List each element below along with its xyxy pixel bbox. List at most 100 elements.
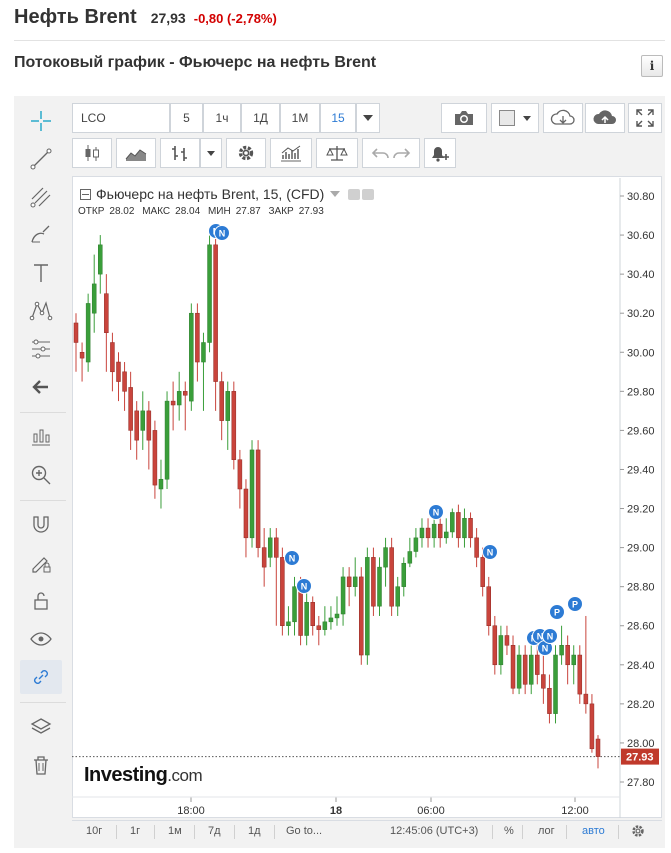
info-icon[interactable]: i: [641, 55, 663, 77]
chart-page-title: Потоковый график - Фьючерс на нефть Bren…: [14, 54, 377, 71]
trash-icon[interactable]: [20, 748, 62, 782]
layers-icon[interactable]: [20, 710, 62, 744]
color-swatch-icon: [499, 110, 515, 126]
legend-eye-icon[interactable]: [348, 188, 361, 200]
chart-type-dropdown[interactable]: [200, 138, 222, 168]
text-tool-icon[interactable]: [20, 256, 62, 290]
close-value: 27.93: [298, 206, 324, 217]
indicators-icon[interactable]: [20, 420, 62, 454]
bottom-divider: [566, 825, 567, 839]
snapshot-button[interactable]: [441, 103, 487, 133]
interval-5-button[interactable]: 5: [170, 103, 203, 133]
bottom-divider: [492, 825, 493, 839]
brush-icon[interactable]: [20, 218, 62, 252]
range-7d-button[interactable]: 7д: [208, 825, 221, 837]
range-1m-button[interactable]: 1м: [168, 825, 182, 837]
interval-1m-button[interactable]: 1М: [280, 103, 320, 133]
bottom-settings-button[interactable]: [630, 823, 646, 842]
symbol-input[interactable]: LCO: [72, 103, 170, 133]
magnet-icon[interactable]: [20, 508, 62, 542]
bottom-divider: [522, 825, 523, 839]
interval-1d-button[interactable]: 1Д: [241, 103, 280, 133]
ohlc-bars-icon: [172, 146, 187, 161]
chevron-down-icon[interactable]: [330, 191, 341, 197]
bell-plus-icon: [432, 147, 449, 162]
eye-icon[interactable]: [20, 622, 62, 656]
fullscreen-button[interactable]: [628, 103, 662, 133]
last-price: 27,93: [150, 10, 186, 26]
goto-button[interactable]: Go to...: [286, 825, 322, 837]
bottom-divider: [618, 825, 619, 839]
indicators-chart-icon: [281, 145, 301, 162]
high-value: 28.04: [175, 206, 201, 217]
bottom-divider: [194, 825, 195, 839]
chevron-down-icon: [207, 150, 215, 156]
interval-15-button[interactable]: 15: [320, 103, 356, 133]
crosshair-icon[interactable]: [20, 104, 62, 138]
chart-pane[interactable]: [72, 176, 662, 818]
back-arrow-icon[interactable]: [20, 370, 62, 404]
collapse-legend-icon[interactable]: [80, 188, 91, 200]
chart-type-candles-button[interactable]: [72, 138, 112, 168]
auto-scale-toggle[interactable]: авто: [582, 825, 605, 837]
log-toggle[interactable]: лог: [538, 825, 555, 837]
range-10y-button[interactable]: 10г: [86, 825, 102, 837]
lock-drawing-icon[interactable]: [20, 546, 62, 580]
logo-suffix: .com: [167, 766, 203, 785]
candlestick-icon: [85, 145, 99, 161]
cloud-download-icon: [550, 109, 575, 125]
interval-1h-button[interactable]: 1ч: [203, 103, 241, 133]
undo-icon[interactable]: [371, 145, 391, 161]
undo-redo-group: [362, 138, 420, 168]
close-label: ЗАКР: [268, 206, 294, 217]
prediction-tool-icon[interactable]: [20, 332, 62, 366]
cloud-load-button[interactable]: [543, 103, 583, 133]
fib-tools-icon[interactable]: [20, 180, 62, 214]
bottom-toolbar: 10г 1г 1м 7д 1д Go to... 12:45:06 (UTC+3…: [72, 820, 662, 843]
logo-main: Investing: [84, 764, 168, 786]
bottom-divider: [234, 825, 235, 839]
drawing-toolbar: [14, 96, 68, 786]
cloud-upload-icon: [593, 110, 616, 124]
link-icon[interactable]: [20, 660, 62, 694]
camera-icon: [455, 111, 473, 125]
redo-icon[interactable]: [391, 145, 411, 161]
header-divider: [14, 40, 665, 41]
chevron-down-icon: [523, 115, 531, 121]
area-chart-icon: [125, 149, 147, 161]
legend-settings-icon[interactable]: [362, 188, 375, 200]
chart-type-area-button[interactable]: [116, 138, 156, 168]
range-1y-button[interactable]: 1г: [130, 825, 140, 837]
investing-logo: Investing.com: [84, 764, 203, 787]
high-label: МАКС: [142, 206, 171, 217]
low-label: МИН: [207, 206, 231, 217]
gear-icon: [632, 825, 644, 837]
interval-dropdown[interactable]: [356, 103, 380, 133]
trend-line-icon[interactable]: [20, 142, 62, 176]
pattern-tool-icon[interactable]: [20, 294, 62, 328]
range-1d-button[interactable]: 1д: [248, 825, 261, 837]
tools-divider: [20, 412, 66, 413]
open-label: ОТКР: [78, 206, 105, 217]
compare-button[interactable]: [316, 138, 358, 168]
tools-divider: [20, 702, 66, 703]
bottom-divider: [274, 825, 275, 839]
bottom-divider: [154, 825, 155, 839]
instrument-title: Нефть Brent: [14, 6, 137, 28]
unlock-icon[interactable]: [20, 584, 62, 618]
gear-icon: [238, 145, 254, 161]
chart-color-button[interactable]: [491, 103, 539, 133]
series-name: Фьючерс на нефть Brent, 15, (CFD): [96, 186, 325, 202]
indicators-button[interactable]: [270, 138, 312, 168]
clock-readout[interactable]: 12:45:06 (UTC+3): [390, 825, 478, 837]
alert-button[interactable]: [424, 138, 456, 168]
scales-icon: [326, 146, 348, 161]
settings-button[interactable]: [226, 138, 266, 168]
open-value: 28.02: [109, 206, 135, 217]
price-change: -0,80 (-2,78%): [193, 11, 277, 26]
percent-toggle[interactable]: %: [504, 825, 514, 837]
cloud-save-button[interactable]: [585, 103, 625, 133]
zoom-in-icon[interactable]: [20, 458, 62, 492]
chart-type-bars-button[interactable]: [160, 138, 200, 168]
low-value: 27.87: [235, 206, 261, 217]
